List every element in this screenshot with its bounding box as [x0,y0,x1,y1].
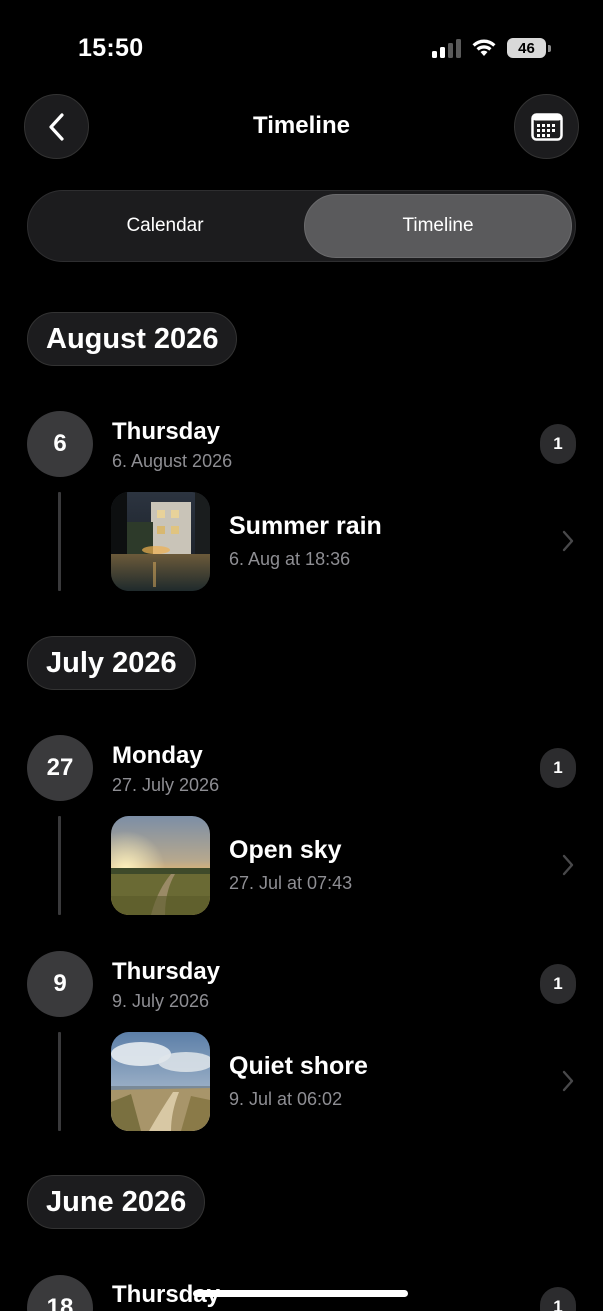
entry-title: Open sky [229,836,342,864]
day-weekday: Thursday [112,418,221,445]
month-header-july-2026: July 2026 [27,636,196,690]
home-indicator[interactable] [193,1290,408,1297]
day-circle: 18 [27,1275,93,1311]
timeline-connector [58,1032,61,1131]
segment-calendar[interactable]: Calendar [31,194,299,258]
cellular-signal-icon [432,38,461,58]
view-segmented-control: Calendar Timeline [27,190,576,262]
month-header-june-2026: June 2026 [27,1175,206,1229]
day-circle: 9 [27,951,93,1017]
day-weekday: Monday [112,742,203,769]
entry-count-badge: 1 [540,748,576,788]
entry-count-badge: 1 [540,964,576,1004]
chevron-right-icon [562,530,574,552]
status-icons: 46 [432,38,551,58]
entry-count-badge: 1 [540,1287,576,1311]
entry-thumbnail [111,1032,210,1131]
entry-timestamp: 9. Jul at 06:02 [229,1089,343,1109]
chevron-right-icon [562,1070,574,1092]
battery-level: 46 [507,38,546,58]
day-circle: 27 [27,735,93,801]
wifi-icon [471,38,497,58]
segment-timeline[interactable]: Timeline [304,194,572,258]
battery-icon: 46 [507,38,551,58]
status-time: 15:50 [78,34,144,62]
chevron-right-icon [562,854,574,876]
day-circle: 6 [27,411,93,477]
entry-thumbnail [111,816,210,915]
entry-count-badge: 1 [540,424,576,464]
status-bar: 15:50 46 [0,0,603,90]
calendar-grid-icon [530,112,563,141]
entry-title: Summer rain [229,512,382,540]
entry-timestamp: 6. Aug at 18:36 [229,549,351,569]
month-header-august-2026: August 2026 [27,312,238,366]
entry-timestamp: 27. Jul at 07:43 [229,873,353,893]
calendar-button[interactable] [514,94,579,159]
day-weekday: Thursday [112,958,221,985]
day-full-date: 9. July 2026 [112,991,210,1011]
entry-title: Quiet shore [229,1052,368,1080]
page-title: Timeline [253,112,350,139]
timeline-screen: 15:50 46 Timeline Calendar Timeline Augu… [0,0,603,1311]
timeline-connector [58,816,61,915]
day-full-date: 6. August 2026 [112,451,233,471]
entry-thumbnail [111,492,210,591]
day-full-date: 27. July 2026 [112,775,220,795]
timeline-connector [58,492,61,591]
